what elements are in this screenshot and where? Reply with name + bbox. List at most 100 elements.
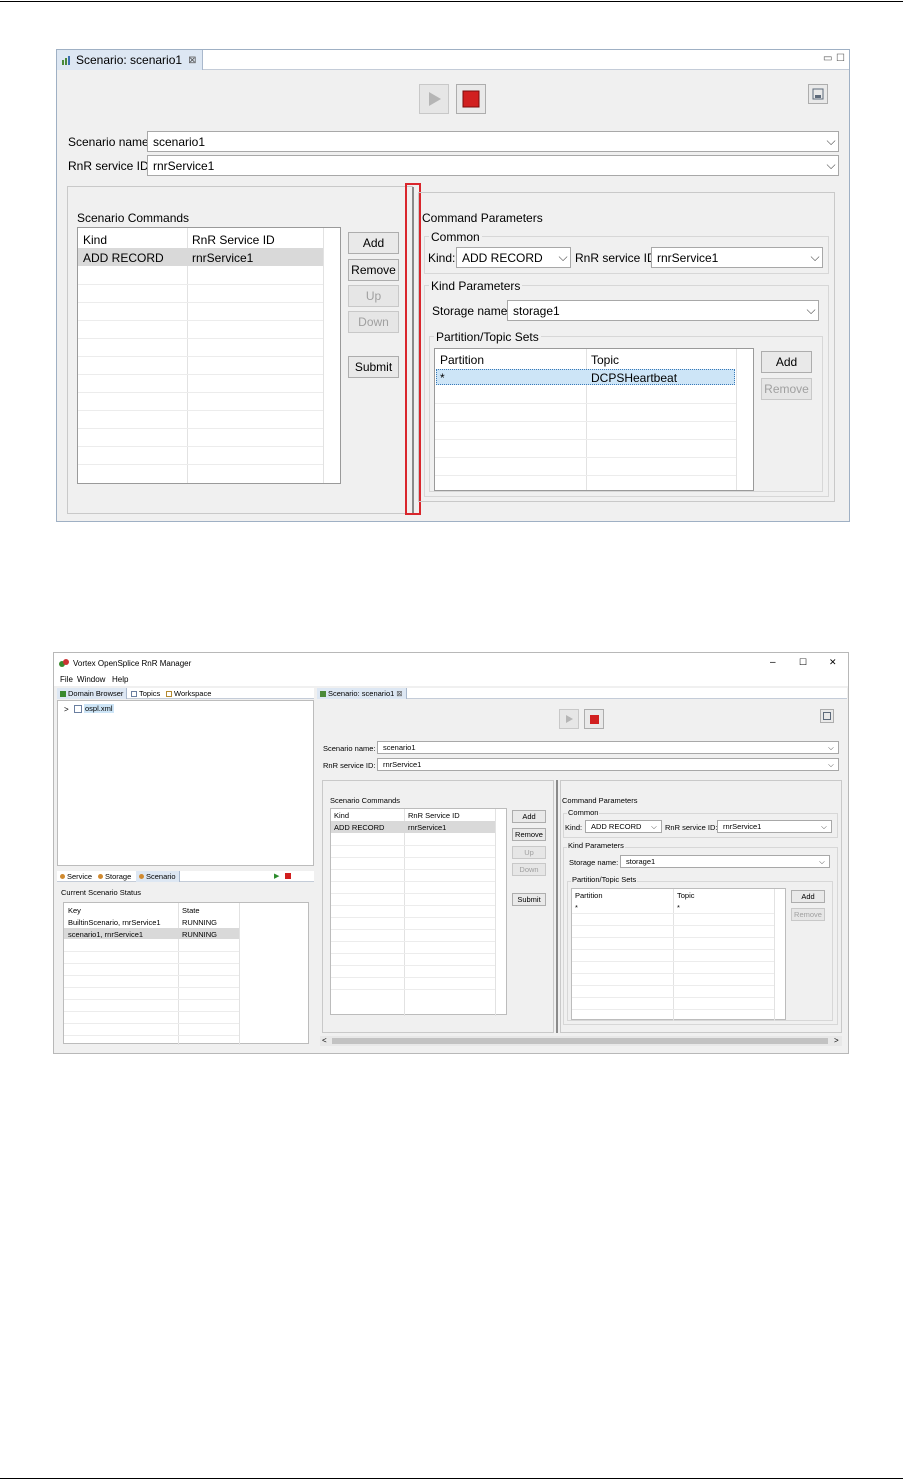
horizontal-scrollbar[interactable]: < > [320,1036,842,1046]
column-header-service[interactable]: RnR Service ID [192,233,275,247]
pane-sash[interactable] [412,187,414,513]
window-minimize-button[interactable]: – [770,657,776,668]
param-service-combo[interactable]: rnrService1 ⌵ [717,820,832,833]
storage-name-combo[interactable]: storage1 ⌵ [507,300,819,321]
menu-help[interactable]: Help [112,675,128,684]
topics-icon [131,690,137,697]
column-header-kind[interactable]: Kind [334,811,349,820]
tab-storage[interactable]: Storage [95,871,134,882]
status-play-icon[interactable]: ▶ [274,872,279,880]
scenario-name-combo[interactable]: scenario1 ⌵ [147,131,839,152]
column-header-state[interactable]: State [182,906,200,915]
save-scenario-button[interactable] [820,709,834,723]
tab-scenario-editor[interactable]: Scenario: scenario1 ⊠ [57,50,204,70]
tab-close-icon[interactable]: ⊠ [396,689,402,698]
menu-file[interactable]: File [60,675,73,684]
tab-label: Domain Browser [68,689,124,698]
tab-label: Service [67,872,93,881]
table-row[interactable] [436,369,735,385]
column-header-topic[interactable]: Topic [677,891,695,900]
add-command-button[interactable]: Add [348,232,399,254]
column-header-key[interactable]: Key [68,906,81,915]
param-service-combo[interactable]: rnrService1 ⌵ [651,247,823,268]
column-header-partition[interactable]: Partition [575,891,603,900]
move-down-button[interactable]: Down [348,311,399,333]
remove-set-button[interactable]: Remove [791,908,825,921]
tab-label: Topics [139,689,161,698]
service-id-combo[interactable]: rnrService1 ⌵ [147,155,839,176]
scrollbar-thumb[interactable] [332,1038,828,1044]
commands-table[interactable]: Kind RnR Service ID ADD RECORD rnrServic… [77,227,341,484]
partition-topic-table[interactable]: Partition Topic * * [571,888,786,1021]
column-header-topic[interactable]: Topic [591,353,619,367]
chevron-down-icon: ⌵ [558,250,568,264]
kind-combo[interactable]: ADD RECORD ⌵ [456,247,571,268]
chevron-down-icon: ⌵ [828,742,834,752]
add-command-button[interactable]: Add [512,810,546,823]
move-down-button[interactable]: Down [512,863,546,876]
xml-file-icon [74,705,82,713]
save-scenario-button[interactable] [808,84,828,104]
editor-tab-bar: Scenario: scenario1 ⊠ ▭ ☐ [57,50,849,70]
tree-expand-icon[interactable]: > [64,705,69,714]
service-icon [60,874,65,879]
column-header-service[interactable]: RnR Service ID [408,811,460,820]
tab-workspace[interactable]: Workspace [163,688,214,699]
scenario-name-label: Scenario name: [68,135,153,149]
tab-service[interactable]: Service [57,871,95,882]
tab-scenario[interactable]: Scenario [136,871,180,882]
submit-command-button[interactable]: Submit [348,356,399,378]
window-title: Vortex OpenSplice RnR Manager [73,659,192,668]
status-table[interactable]: Key State BuiltinScenario, rnrService1 R… [63,902,309,1045]
scroll-left-icon[interactable]: < [322,1036,327,1045]
minimize-view-icon[interactable]: ▭ [823,53,832,64]
tree-item-ospl-xml[interactable]: ospl.xml [84,704,114,713]
remove-command-button[interactable]: Remove [512,828,546,841]
remove-set-button[interactable]: Remove [761,378,812,400]
run-scenario-button[interactable] [419,84,449,114]
add-set-button[interactable]: Add [761,351,812,373]
move-up-button[interactable]: Up [512,846,546,859]
pane-sash[interactable] [556,780,558,1033]
stop-icon [462,90,480,108]
tab-topics[interactable]: Topics [128,688,163,699]
kind-label: Kind: [565,823,583,832]
status-stop-icon[interactable] [285,873,291,879]
move-up-button[interactable]: Up [348,285,399,307]
menu-window[interactable]: Window [77,675,105,684]
domain-tree[interactable]: > ospl.xml [57,700,314,866]
tab-close-icon[interactable]: ⊠ [188,55,196,66]
chevron-down-icon: ⌵ [819,856,825,866]
maximize-view-icon[interactable]: ☐ [836,53,845,64]
scroll-right-icon[interactable]: > [834,1036,839,1045]
menu-bar: File Window Help [54,673,848,686]
chevron-down-icon: ⌵ [806,303,816,317]
remove-command-button[interactable]: Remove [348,259,399,281]
storage-name-label: Storage name: [569,858,619,867]
partition-topic-title: Partition/Topic Sets [571,875,638,884]
stop-scenario-button[interactable] [456,84,486,114]
status-row-state: RUNNING [182,918,217,927]
commands-table[interactable]: Kind RnR Service ID ADD RECORD rnrServic… [330,808,507,1016]
storage-name-combo[interactable]: storage1 ⌵ [620,855,830,868]
app-logo-icon [59,659,69,667]
tab-scenario-editor[interactable]: Scenario: scenario1 ⊠ [317,688,407,699]
run-scenario-button[interactable] [559,709,579,729]
row-partition: * [575,903,578,912]
tab-domain-browser[interactable]: Domain Browser [57,688,128,699]
kind-combo[interactable]: ADD RECORD ⌵ [585,820,662,833]
window-maximize-button[interactable]: ☐ [799,657,807,668]
scenario-icon [320,690,326,697]
column-header-kind[interactable]: Kind [83,233,107,247]
add-set-button[interactable]: Add [791,890,825,903]
window-close-button[interactable]: ✕ [829,657,837,668]
row-partition: * [440,371,445,385]
column-header-partition[interactable]: Partition [440,353,484,367]
page-footer-rule [0,1478,903,1479]
scenario-name-combo[interactable]: scenario1 ⌵ [377,741,839,754]
param-service-label: RnR service ID: [665,823,718,832]
stop-scenario-button[interactable] [584,709,604,729]
partition-topic-table[interactable]: Partition Topic * DCPSHeartbeat [434,348,754,491]
service-id-combo[interactable]: rnrService1 ⌵ [377,758,839,771]
submit-command-button[interactable]: Submit [512,893,546,906]
